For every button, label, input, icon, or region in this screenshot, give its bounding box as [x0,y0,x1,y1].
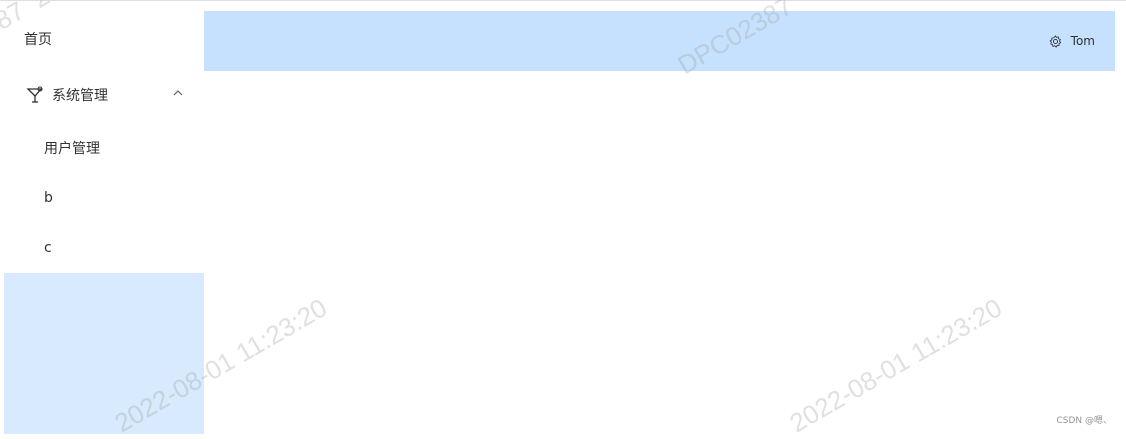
top-header: Tom [204,11,1115,71]
submenu-system-management[interactable]: 系统管理 [4,70,204,120]
menu-item-c[interactable]: c [4,223,204,273]
sidebar-menu: 首页 系统管理 用户管理 b c [4,4,204,434]
menu-item-b-label: b [44,190,53,206]
submenu-system-label: 系统管理 [52,85,108,105]
csdn-credit: CSDN @嗯、 [1056,413,1112,426]
menu-item-home[interactable]: 首页 [4,14,204,64]
top-border [0,0,1126,3]
user-menu[interactable]: Tom [1049,11,1095,71]
username: Tom [1071,34,1095,48]
menu-item-user-management-label: 用户管理 [44,138,100,158]
menu-item-b[interactable]: b [4,173,204,223]
menu-item-home-label: 首页 [24,29,52,49]
menu-item-c-label: c [44,240,52,256]
sidebar-empty-area [4,273,204,434]
cocktail-icon [26,86,44,104]
gear-icon[interactable] [1049,35,1062,48]
menu-item-user-management[interactable]: 用户管理 [4,123,204,173]
watermark-timestamp: 2022-08-01 11:23:20 [785,292,1008,439]
chevron-up-icon[interactable] [172,87,184,99]
